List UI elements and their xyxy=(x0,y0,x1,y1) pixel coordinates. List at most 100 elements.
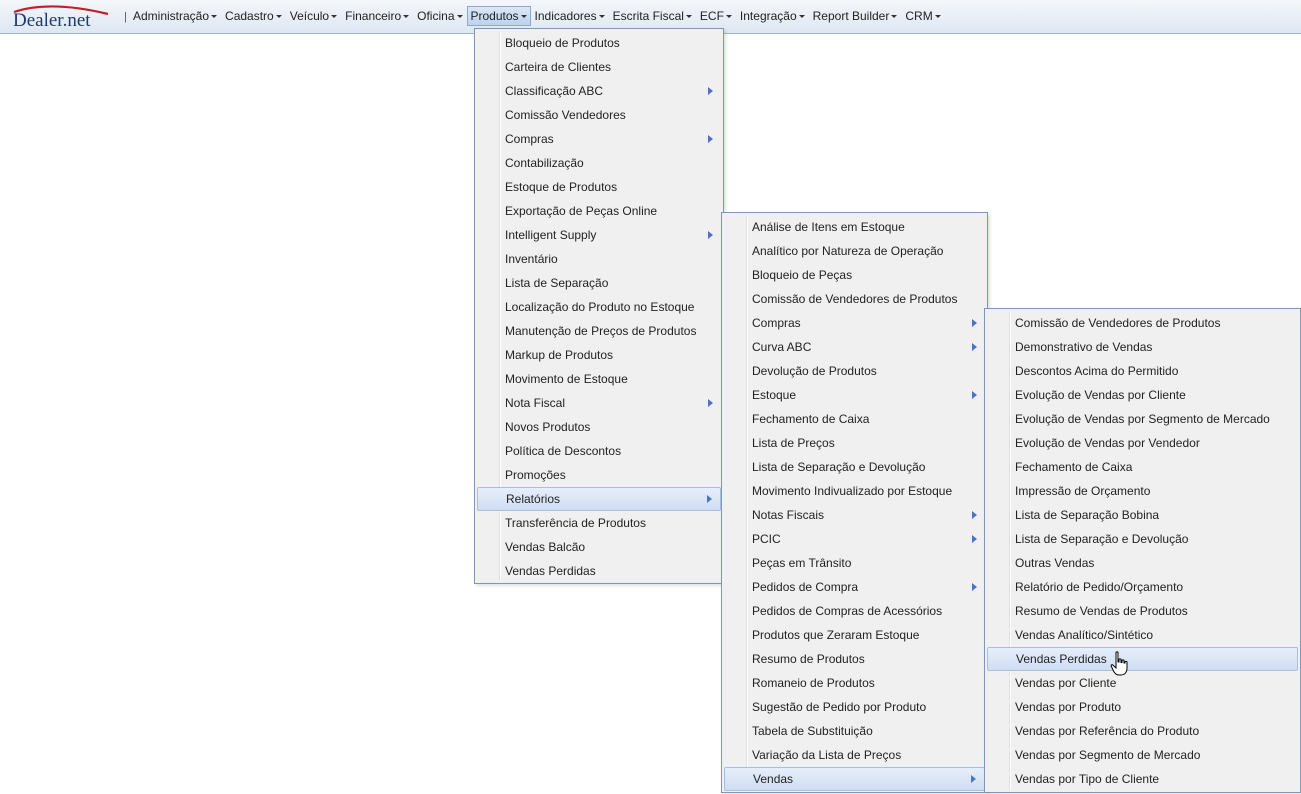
menubar-item-oficina[interactable]: Oficina xyxy=(413,6,466,26)
dealernet-logo[interactable]: Dealer.net xyxy=(10,2,114,32)
vendas-item-evolucao-de-vendas-por-cliente[interactable]: Evolução de Vendas por Cliente xyxy=(985,383,1300,407)
vendas-item-lista-de-separacao-bobina[interactable]: Lista de Separação Bobina xyxy=(985,503,1300,527)
relatorios-item-variacao-da-lista-de-precos[interactable]: Variação da Lista de Preços xyxy=(722,743,987,767)
caret-down-icon xyxy=(598,15,605,18)
menubar-item-label: Produtos xyxy=(470,9,519,23)
vendas-item-fechamento-de-caixa[interactable]: Fechamento de Caixa xyxy=(985,455,1300,479)
menubar-item-integracao[interactable]: Integração xyxy=(736,6,809,26)
vendas-item-vendas-por-produto[interactable]: Vendas por Produto xyxy=(985,695,1300,719)
vendas-item-evolucao-de-vendas-por-segmento-de-mercado[interactable]: Evolução de Vendas por Segmento de Merca… xyxy=(985,407,1300,431)
produtos-item-vendas-perdidas[interactable]: Vendas Perdidas xyxy=(475,559,723,583)
relatorios-item-pecas-em-transito[interactable]: Peças em Trânsito xyxy=(722,551,987,575)
relatorios-item-compras[interactable]: Compras xyxy=(722,311,987,335)
vendas-item-outras-vendas[interactable]: Outras Vendas xyxy=(985,551,1300,575)
relatorios-item-pedidos-de-compra[interactable]: Pedidos de Compra xyxy=(722,575,987,599)
menu-item-label: Peças em Trânsito xyxy=(752,556,852,570)
menu-item-label: Carteira de Clientes xyxy=(505,60,612,74)
vendas-item-demonstrativo-de-vendas[interactable]: Demonstrativo de Vendas xyxy=(985,335,1300,359)
vendas-item-descontos-acima-do-permitido[interactable]: Descontos Acima do Permitido xyxy=(985,359,1300,383)
vendas-item-impressao-de-orcamento[interactable]: Impressão de Orçamento xyxy=(985,479,1300,503)
relatorios-item-vendas[interactable]: Vendas xyxy=(724,767,985,791)
vendas-item-comissao-de-vendedores-de-produtos[interactable]: Comissão de Vendedores de Produtos xyxy=(985,311,1300,335)
relatorios-item-resumo-de-produtos[interactable]: Resumo de Produtos xyxy=(722,647,987,671)
arrow-right-icon xyxy=(708,399,713,407)
menu-item-label: Pedidos de Compra xyxy=(752,580,859,594)
relatorios-item-tabela-de-substituicao[interactable]: Tabela de Substituição xyxy=(722,719,987,743)
produtos-item-compras[interactable]: Compras xyxy=(475,127,723,151)
relatorios-item-comissao-de-vendedores-de-produtos[interactable]: Comissão de Vendedores de Produtos xyxy=(722,287,987,311)
menu-item-label: Relatório de Pedido/Orçamento xyxy=(1015,580,1184,594)
menubar-item-report-builder[interactable]: Report Builder xyxy=(809,6,902,26)
menubar-item-label: Integração xyxy=(739,9,797,23)
produtos-item-intelligent-supply[interactable]: Intelligent Supply xyxy=(475,223,723,247)
menubar-item-administracao[interactable]: Administração xyxy=(129,6,221,26)
produtos-item-nota-fiscal[interactable]: Nota Fiscal xyxy=(475,391,723,415)
vendas-item-relatorio-de-pedido-orcamento[interactable]: Relatório de Pedido/Orçamento xyxy=(985,575,1300,599)
relatorios-item-analise-de-itens-em-estoque[interactable]: Análise de Itens em Estoque xyxy=(722,215,987,239)
menubar-item-produtos[interactable]: Produtos xyxy=(466,6,531,26)
menubar-item-cadastro[interactable]: Cadastro xyxy=(221,6,286,26)
produtos-item-contabilizacao[interactable]: Contabilização xyxy=(475,151,723,175)
produtos-item-estoque-de-produtos[interactable]: Estoque de Produtos xyxy=(475,175,723,199)
produtos-item-novos-produtos[interactable]: Novos Produtos xyxy=(475,415,723,439)
menu-item-label: Comissão Vendedores xyxy=(505,108,626,122)
menubar-item-ecf[interactable]: ECF xyxy=(696,6,736,26)
relatorios-item-lista-de-precos[interactable]: Lista de Preços xyxy=(722,431,987,455)
produtos-item-comissao-vendedores[interactable]: Comissão Vendedores xyxy=(475,103,723,127)
produtos-item-politica-de-descontos[interactable]: Política de Descontos xyxy=(475,439,723,463)
menu-item-label: Tabela de Substituição xyxy=(752,724,873,738)
menubar-item-financeiro[interactable]: Financeiro xyxy=(341,6,413,26)
produtos-item-carteira-de-clientes[interactable]: Carteira de Clientes xyxy=(475,55,723,79)
vendas-item-lista-de-separacao-e-devolucao[interactable]: Lista de Separação e Devolução xyxy=(985,527,1300,551)
caret-down-icon xyxy=(403,15,410,18)
produtos-item-movimento-de-estoque[interactable]: Movimento de Estoque xyxy=(475,367,723,391)
relatorios-item-pedidos-de-compras-de-acessorios[interactable]: Pedidos de Compras de Acessórios xyxy=(722,599,987,623)
relatorios-item-movimento-indivualizado-por-estoque[interactable]: Movimento Indivualizado por Estoque xyxy=(722,479,987,503)
vendas-item-vendas-por-cliente[interactable]: Vendas por Cliente xyxy=(985,671,1300,695)
relatorios-item-notas-fiscais[interactable]: Notas Fiscais xyxy=(722,503,987,527)
vendas-item-resumo-de-vendas-de-produtos[interactable]: Resumo de Vendas de Produtos xyxy=(985,599,1300,623)
produtos-item-lista-de-separacao[interactable]: Lista de Separação xyxy=(475,271,723,295)
menu-item-label: Lista de Preços xyxy=(752,436,835,450)
vendas-item-vendas-analitico-sintetico[interactable]: Vendas Analítico/Sintético xyxy=(985,623,1300,647)
relatorios-item-pcic[interactable]: PCIC xyxy=(722,527,987,551)
produtos-item-inventario[interactable]: Inventário xyxy=(475,247,723,271)
vendas-item-vendas-por-tipo-de-cliente[interactable]: Vendas por Tipo de Cliente xyxy=(985,767,1300,791)
produtos-item-relatorios[interactable]: Relatórios xyxy=(477,487,721,511)
menu-item-label: Evolução de Vendas por Segmento de Merca… xyxy=(1015,412,1270,426)
produtos-item-classificacao-abc[interactable]: Classificação ABC xyxy=(475,79,723,103)
produtos-item-vendas-balcao[interactable]: Vendas Balcão xyxy=(475,535,723,559)
vendas-item-evolucao-de-vendas-por-vendedor[interactable]: Evolução de Vendas por Vendedor xyxy=(985,431,1300,455)
menu-item-label: Comissão de Vendedores de Produtos xyxy=(1015,316,1221,330)
arrow-right-icon xyxy=(972,391,977,399)
vendas-item-vendas-perdidas[interactable]: Vendas Perdidas xyxy=(987,647,1298,671)
menu-item-label: Devolução de Produtos xyxy=(752,364,877,378)
menubar-item-escrita-fiscal[interactable]: Escrita Fiscal xyxy=(609,6,696,26)
relatorios-item-analitico-por-natureza-de-operacao[interactable]: Analítico por Natureza de Operação xyxy=(722,239,987,263)
relatorios-item-sugestao-de-pedido-por-produto[interactable]: Sugestão de Pedido por Produto xyxy=(722,695,987,719)
caret-down-icon xyxy=(725,15,732,18)
produtos-item-transferencia-de-produtos[interactable]: Transferência de Produtos xyxy=(475,511,723,535)
relatorios-item-estoque[interactable]: Estoque xyxy=(722,383,987,407)
produtos-item-bloqueio-de-produtos[interactable]: Bloqueio de Produtos xyxy=(475,31,723,55)
menu-item-label: Vendas por Tipo de Cliente xyxy=(1015,772,1160,786)
produtos-item-localizacao-do-produto-no-estoque[interactable]: Localização do Produto no Estoque xyxy=(475,295,723,319)
relatorios-item-curva-abc[interactable]: Curva ABC xyxy=(722,335,987,359)
relatorios-item-lista-de-separacao-e-devolucao[interactable]: Lista de Separação e Devolução xyxy=(722,455,987,479)
produtos-item-markup-de-produtos[interactable]: Markup de Produtos xyxy=(475,343,723,367)
produtos-item-manutencao-de-precos-de-produtos[interactable]: Manutenção de Preços de Produtos xyxy=(475,319,723,343)
menubar-item-crm[interactable]: CRM xyxy=(901,6,944,26)
produtos-item-exportacao-de-pecas-online[interactable]: Exportação de Peças Online xyxy=(475,199,723,223)
arrow-right-icon xyxy=(972,511,977,519)
relatorios-item-produtos-que-zeraram-estoque[interactable]: Produtos que Zeraram Estoque xyxy=(722,623,987,647)
menubar-item-indicadores[interactable]: Indicadores xyxy=(531,6,609,26)
relatorios-item-fechamento-de-caixa[interactable]: Fechamento de Caixa xyxy=(722,407,987,431)
vendas-item-vendas-por-segmento-de-mercado[interactable]: Vendas por Segmento de Mercado xyxy=(985,743,1300,767)
vendas-item-vendas-por-referencia-do-produto[interactable]: Vendas por Referência do Produto xyxy=(985,719,1300,743)
produtos-item-promocoes[interactable]: Promoções xyxy=(475,463,723,487)
relatorios-item-devolucao-de-produtos[interactable]: Devolução de Produtos xyxy=(722,359,987,383)
relatorios-item-romaneio-de-produtos[interactable]: Romaneio de Produtos xyxy=(722,671,987,695)
vendas-submenu: Comissão de Vendedores de Produtos Demons… xyxy=(984,308,1301,793)
menubar-item-veiculo[interactable]: Veículo xyxy=(286,6,341,26)
relatorios-item-bloqueio-de-pecas[interactable]: Bloqueio de Peças xyxy=(722,263,987,287)
